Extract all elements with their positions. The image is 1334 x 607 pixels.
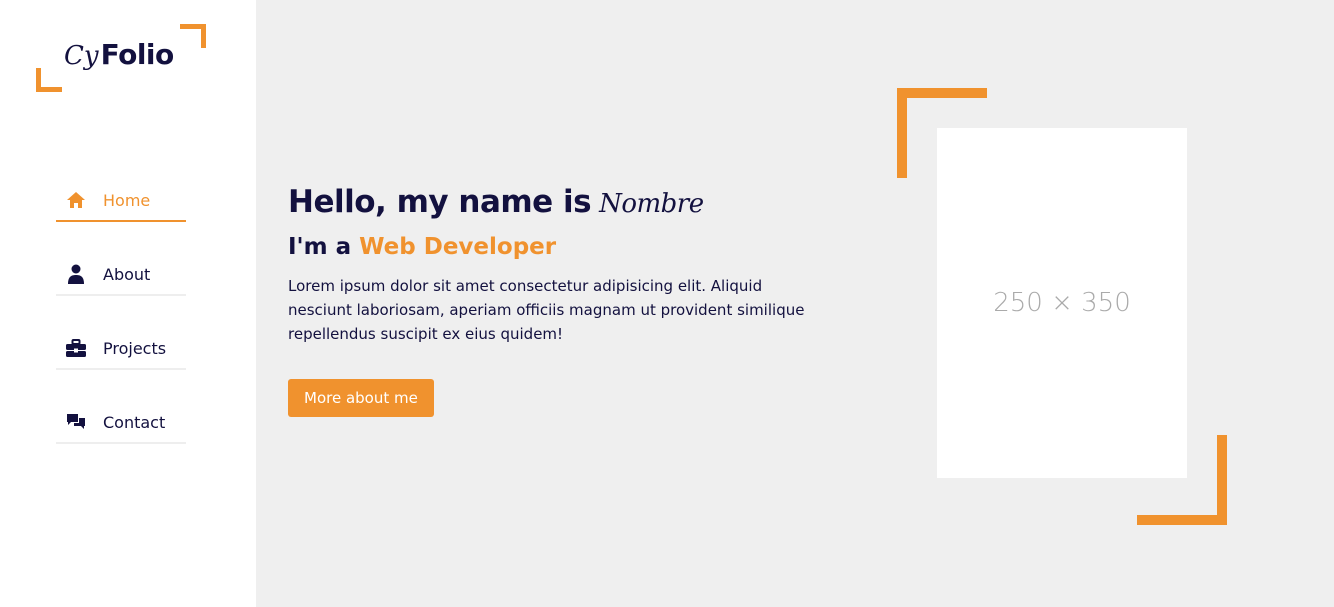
briefcase-icon [66,338,86,358]
nav-item-label: Contact [103,412,166,432]
hero-greeting: Hello, my name is Nombre [288,184,848,220]
logo-bold-text: Folio [100,38,175,71]
profile-image-placeholder: 250 × 350 [937,128,1187,478]
logo-corner-top-right [180,24,206,48]
nav-item-home[interactable]: Home [56,180,186,222]
hero-name: Nombre [599,189,704,219]
chat-icon [66,412,86,432]
nav-item-label: Home [103,190,151,210]
role-title: Web Developer [359,234,557,260]
nav-item-label: Projects [103,338,167,358]
placeholder-dimensions-text: 250 × 350 [993,288,1131,318]
logo[interactable]: Cy Folio [36,24,206,92]
hero-role: I'm a Web Developer [288,234,848,260]
logo-brand: Cy Folio [64,38,174,71]
home-icon [66,190,86,210]
user-icon [66,264,86,284]
nav-item-contact[interactable]: Contact [56,402,186,444]
nav-item-about[interactable]: About [56,254,186,296]
sidebar-nav: Home About Projects Contact [56,180,186,476]
sidebar: Cy Folio Home About Projects Contact [0,0,256,607]
greeting-text: Hello, my name is [288,184,592,220]
role-prefix: I'm a [288,234,352,260]
nav-item-label: About [103,264,151,284]
hero-description: Lorem ipsum dolor sit amet consectetur a… [288,277,805,343]
logo-corner-bottom-left [36,68,62,92]
more-about-me-button[interactable]: More about me [288,379,434,417]
hero-section: Hello, my name is Nombre I'm a Web Devel… [288,184,848,417]
nav-item-projects[interactable]: Projects [56,328,186,370]
logo-script-text: Cy [64,41,99,71]
